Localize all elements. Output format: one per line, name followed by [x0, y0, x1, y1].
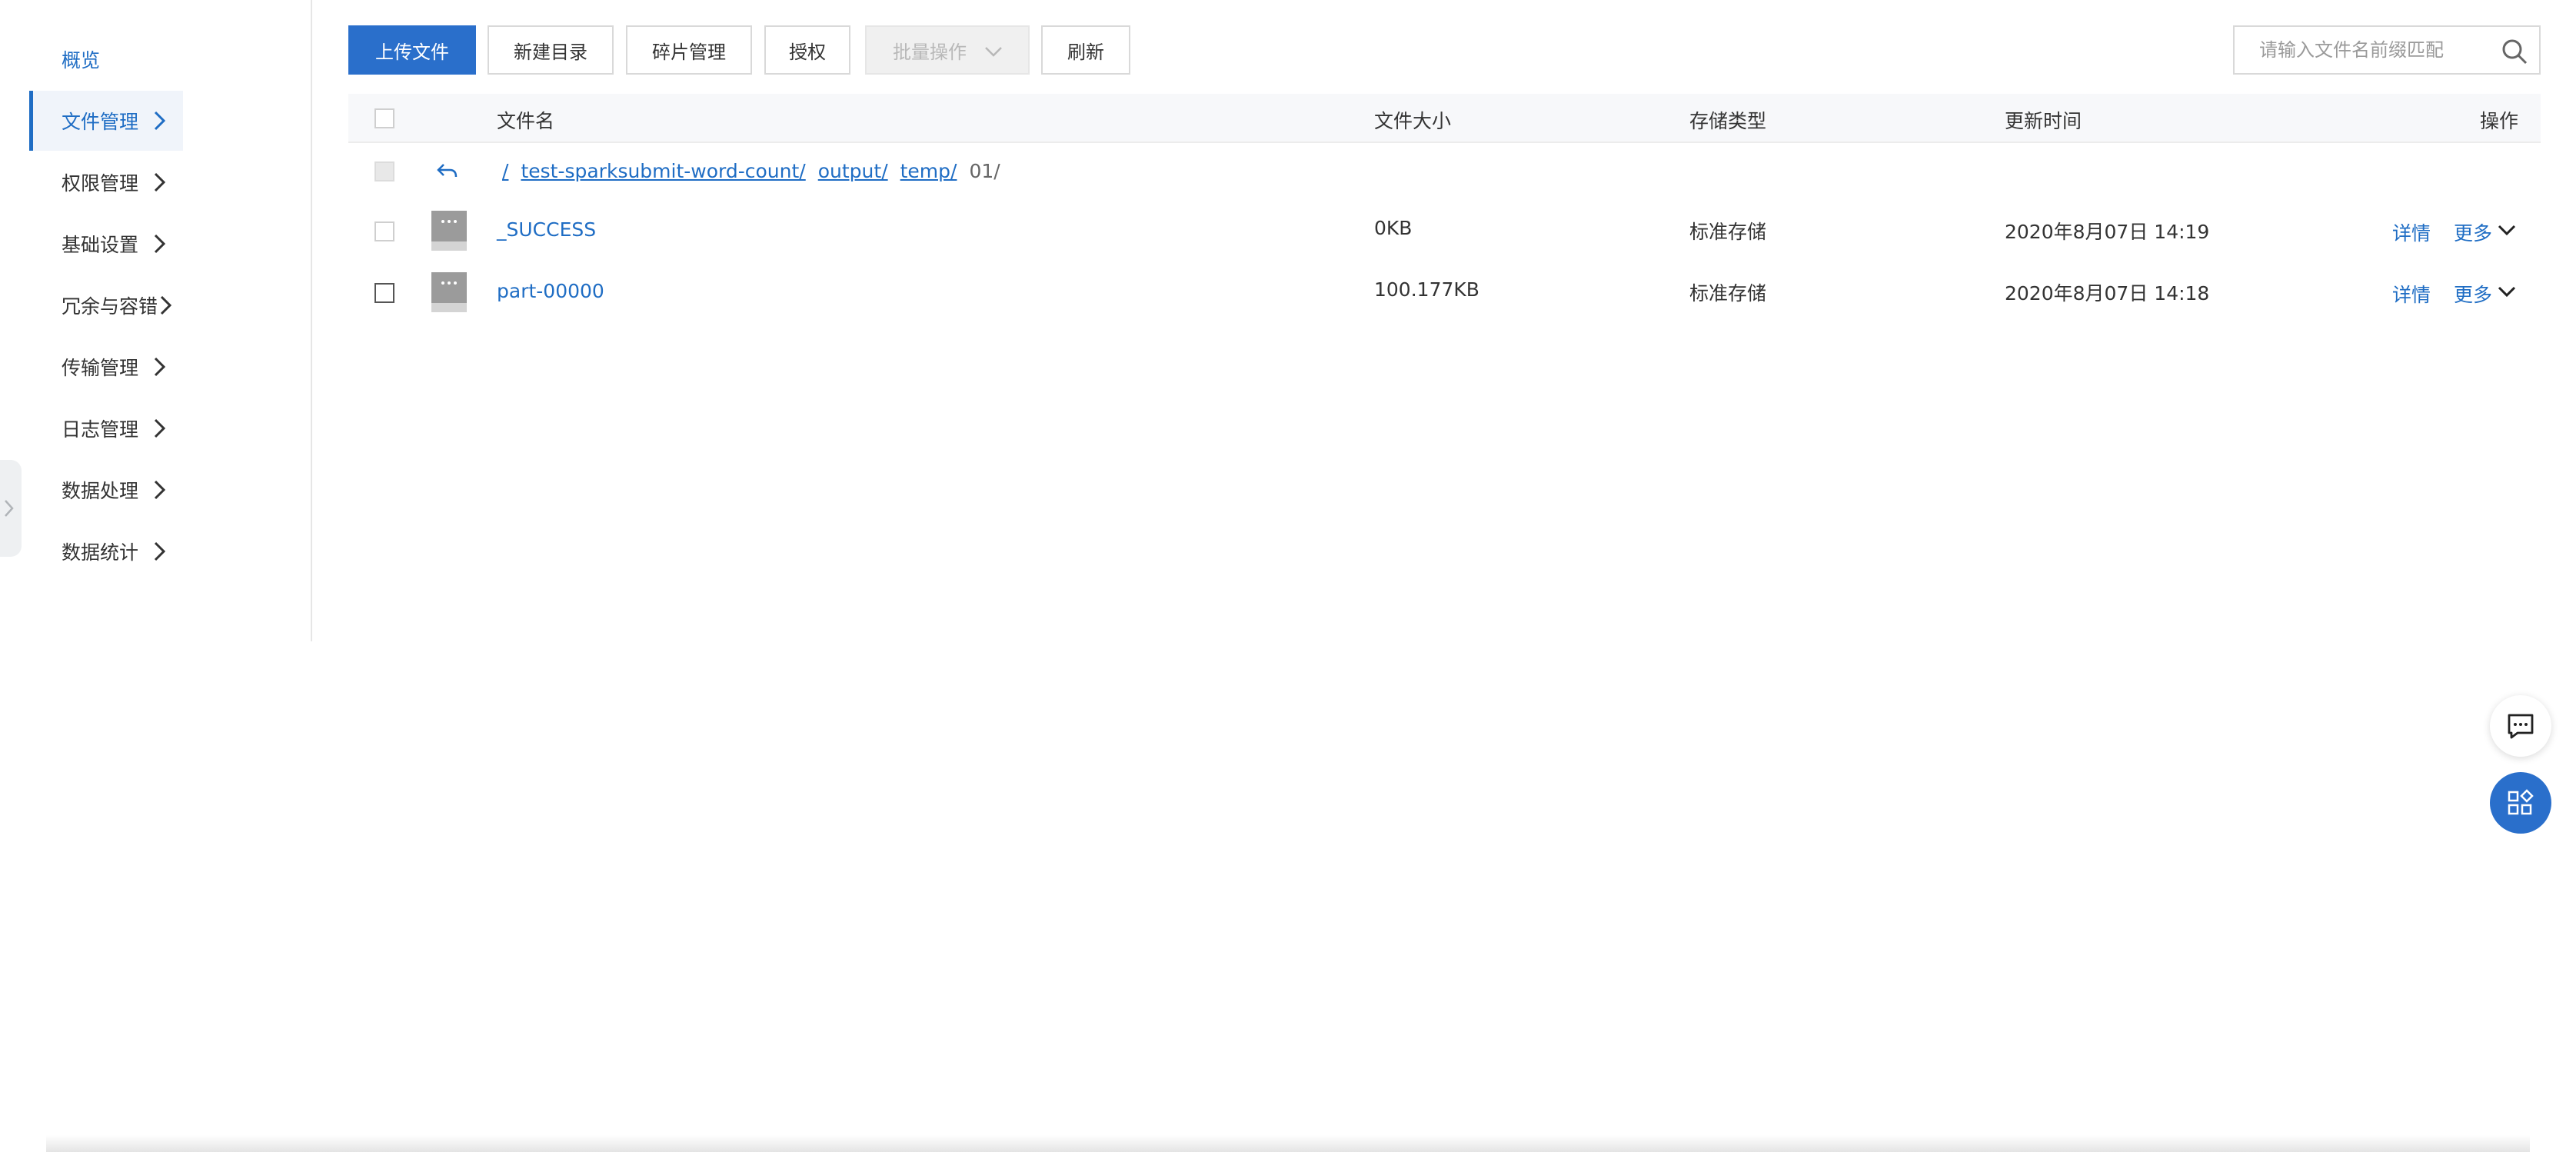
breadcrumb-item[interactable]: output/	[818, 160, 888, 182]
upload-file-button[interactable]: 上传文件	[348, 25, 476, 75]
breadcrumb-root[interactable]: /	[502, 160, 508, 182]
column-header-storage: 存储类型	[1689, 110, 1767, 132]
chat-icon	[2508, 714, 2534, 739]
chat-button[interactable]	[2490, 695, 2551, 757]
storage-type: 标准存储	[1689, 282, 1767, 305]
sidebar-item-label: 文件管理	[62, 111, 139, 133]
row-checkbox	[374, 161, 394, 181]
search-input[interactable]	[2258, 28, 2511, 72]
new-directory-button[interactable]: 新建目录	[488, 25, 614, 75]
chevron-right-icon	[160, 295, 172, 315]
sidebar-item-transfer-management[interactable]: 传输管理	[29, 337, 183, 397]
breadcrumb-row: / test-sparksubmit-word-count/ output/ t…	[348, 143, 2541, 203]
row-checkbox[interactable]	[374, 221, 394, 241]
sidebar-item-permission-management[interactable]: 权限管理	[29, 152, 183, 212]
batch-operation-label: 批量操作	[893, 41, 967, 63]
breadcrumb-item[interactable]: test-sparksubmit-word-count/	[521, 160, 805, 182]
sidebar-item-label: 冗余与容错	[62, 295, 158, 318]
table-row: part-00000 100.177KB 标准存储 2020年8月07日 14:…	[348, 263, 2541, 325]
bottom-edge	[46, 1135, 2530, 1152]
file-size: 100.177KB	[1374, 278, 1479, 301]
column-header-actions: 操作	[2480, 110, 2519, 132]
file-name-link[interactable]: _SUCCESS	[497, 218, 596, 241]
file-name-link[interactable]: part-00000	[497, 280, 604, 302]
file-size: 0KB	[1374, 217, 1413, 239]
sidebar-item-label: 数据处理	[62, 480, 139, 502]
breadcrumb-item[interactable]: temp/	[900, 160, 957, 182]
row-checkbox[interactable]	[374, 283, 394, 303]
sidebar-item-label: 日志管理	[62, 418, 139, 441]
chevron-down-icon	[985, 47, 1002, 57]
chevron-down-icon[interactable]	[2497, 222, 2517, 238]
more-link[interactable]: 更多	[2454, 218, 2492, 246]
sidebar-item-label: 传输管理	[62, 357, 139, 379]
sidebar-item-label: 数据统计	[62, 541, 139, 564]
sidebar-item-data-statistics[interactable]: 数据统计	[29, 521, 183, 581]
chevron-right-icon	[154, 234, 166, 254]
authorize-button[interactable]: 授权	[764, 25, 850, 75]
chevron-right-icon	[154, 357, 166, 377]
file-icon	[431, 211, 467, 251]
updated-time: 2020年8月07日 14:18	[2005, 282, 2210, 305]
back-arrow-icon[interactable]	[434, 160, 461, 183]
table-header: 文件名 文件大小 存储类型 更新时间 操作	[348, 94, 2541, 143]
sidebar-item-data-processing[interactable]: 数据处理	[29, 460, 183, 520]
search-box	[2233, 25, 2541, 75]
breadcrumb-current: 01/	[969, 160, 1000, 182]
updated-time: 2020年8月07日 14:19	[2005, 221, 2210, 243]
refresh-button[interactable]: 刷新	[1041, 25, 1130, 75]
more-link[interactable]: 更多	[2454, 280, 2492, 308]
chevron-right-icon	[5, 500, 14, 517]
chevron-right-icon	[154, 541, 166, 561]
chevron-right-icon	[154, 480, 166, 500]
sidebar-item-label: 基础设置	[62, 234, 139, 256]
sidebar-item-overview[interactable]: 概览	[29, 29, 183, 89]
apps-button[interactable]	[2490, 772, 2551, 834]
chevron-right-icon	[154, 172, 166, 192]
column-header-size: 文件大小	[1374, 110, 1452, 132]
sidebar-item-file-management[interactable]: 文件管理	[29, 91, 183, 151]
column-header-updated: 更新时间	[2005, 110, 2082, 132]
column-header-name: 文件名	[497, 110, 555, 132]
search-icon[interactable]	[2501, 38, 2528, 65]
chevron-down-icon[interactable]	[2497, 284, 2517, 299]
sidebar-collapse-toggle[interactable]	[0, 460, 22, 557]
storage-type: 标准存储	[1689, 221, 1767, 243]
sidebar-item-label: 权限管理	[62, 172, 139, 195]
batch-operation-dropdown[interactable]: 批量操作	[865, 25, 1030, 75]
fragment-management-button[interactable]: 碎片管理	[626, 25, 752, 75]
apps-icon	[2508, 789, 2534, 815]
table-row: _SUCCESS 0KB 标准存储 2020年8月07日 14:19 详情 更多	[348, 201, 2541, 263]
sidebar: 概览 文件管理 权限管理 基础设置 冗余与容错 传输管理 日志管理 数据处理 数…	[0, 0, 312, 641]
chevron-right-icon	[154, 111, 166, 131]
sidebar-item-log-management[interactable]: 日志管理	[29, 398, 183, 458]
detail-link[interactable]: 详情	[2392, 280, 2431, 308]
breadcrumb: / test-sparksubmit-word-count/ output/ t…	[502, 160, 1000, 182]
sidebar-item-redundancy[interactable]: 冗余与容错	[29, 275, 183, 335]
sidebar-item-basic-settings[interactable]: 基础设置	[29, 214, 183, 274]
detail-link[interactable]: 详情	[2392, 218, 2431, 246]
chevron-right-icon	[154, 418, 166, 438]
sidebar-item-label: 概览	[62, 49, 101, 72]
file-icon	[431, 272, 467, 312]
select-all-checkbox[interactable]	[374, 108, 394, 128]
